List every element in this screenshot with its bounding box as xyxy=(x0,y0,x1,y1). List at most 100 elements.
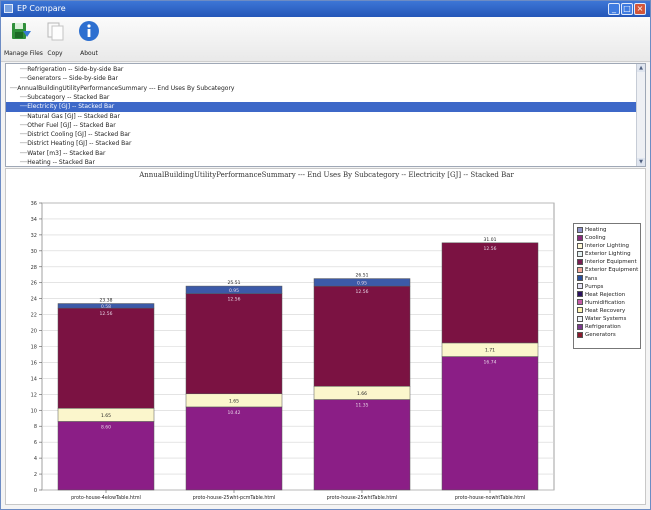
legend-item: Exterior Lighting xyxy=(577,250,640,258)
copy-icon xyxy=(47,22,64,41)
y-tick-label: 10 xyxy=(31,408,37,414)
legend-label: Exterior Lighting xyxy=(585,251,631,258)
total-label: 23.38 xyxy=(100,298,113,304)
legend-swatch xyxy=(577,315,583,322)
tree-item-label: Water [m3] -- Stacked Bar xyxy=(27,149,106,157)
data-label: 1.65 xyxy=(229,398,239,404)
tree-item-label: District Heating [GJ] -- Stacked Bar xyxy=(27,140,132,148)
legend-swatch xyxy=(577,258,583,265)
legend-label: Heating xyxy=(585,227,607,233)
legend-label: Fans xyxy=(585,275,598,282)
y-tick-label: 18 xyxy=(31,345,37,351)
legend-item: Cooling xyxy=(577,234,640,242)
data-label: 12.56 xyxy=(100,311,113,317)
data-label: 1.71 xyxy=(485,348,495,354)
y-tick-label: 12 xyxy=(31,392,37,398)
y-tick-label: 2 xyxy=(34,472,37,478)
data-label: 12.56 xyxy=(356,289,369,295)
total-label: 26.51 xyxy=(356,273,369,279)
toolbar: Manage Files Copy About xyxy=(1,17,650,62)
bar-segment xyxy=(57,421,155,491)
tree-item-label: Other Fuel [GJ] -- Stacked Bar xyxy=(27,121,116,129)
legend-item: Exterior Equipment xyxy=(577,266,640,274)
maximize-button[interactable]: □ xyxy=(621,3,633,15)
y-tick-label: 32 xyxy=(31,233,37,239)
tree-item-label: Heating -- Stacked Bar xyxy=(27,159,95,166)
legend-label: Heat Rejection xyxy=(585,291,626,298)
legend-item: Pumps xyxy=(577,283,640,291)
y-tick-label: 4 xyxy=(34,456,37,462)
legend-item: Refrigeration xyxy=(577,323,640,331)
legend-label: Pumps xyxy=(585,283,604,290)
data-label: 0.58 xyxy=(101,304,111,310)
info-icon xyxy=(79,21,99,41)
data-label: 0.95 xyxy=(229,288,239,294)
report-tree[interactable]: ──Refrigeration -- Side-by-side Bar ──Gen… xyxy=(5,63,646,167)
legend-item: Interior Equipment xyxy=(577,258,640,266)
legend-swatch xyxy=(577,275,583,282)
x-tick-label: proto-house-4elowTable.html xyxy=(71,495,141,501)
tree-item[interactable]: ──Heating -- Stacked Bar xyxy=(6,158,645,166)
chart-panel: AnnualBuildingUtilityPerformanceSummary … xyxy=(5,168,646,505)
legend-item: Heat Rejection xyxy=(577,291,640,299)
data-label: 8.60 xyxy=(101,424,111,430)
data-label: 1.66 xyxy=(357,391,367,397)
tree-item-label: AnnualBuildingUtilityPerformanceSummary … xyxy=(17,84,235,92)
minimize-button[interactable]: _ xyxy=(608,3,620,15)
bar-segment xyxy=(441,242,539,344)
copy-button[interactable]: Copy xyxy=(38,20,72,60)
tree-item-label: Refrigeration -- Side-by-side Bar xyxy=(27,66,124,73)
y-tick-label: 26 xyxy=(31,281,37,287)
legend-swatch xyxy=(577,307,583,314)
y-tick-label: 28 xyxy=(31,265,37,271)
tree-item-label: District Cooling [GJ] -- Stacked Bar xyxy=(27,131,131,139)
y-tick-label: 14 xyxy=(31,376,37,382)
close-button[interactable]: × xyxy=(634,3,646,15)
window-title: EP Compare xyxy=(17,4,66,13)
legend-item: Water Systems xyxy=(577,315,640,323)
legend-label: Refrigeration xyxy=(585,324,621,331)
y-tick-label: 0 xyxy=(34,488,37,494)
data-label: 12.56 xyxy=(484,246,497,252)
legend-item: Generators xyxy=(577,331,640,339)
legend-swatch xyxy=(577,234,583,241)
legend-label: Generators xyxy=(585,332,616,339)
y-tick-label: 22 xyxy=(31,313,37,319)
tree-item-label: Generators -- Side-by-side Bar xyxy=(27,75,118,83)
legend-label: Heat Recovery xyxy=(585,307,626,314)
total-label: 25.51 xyxy=(228,280,241,286)
tree-scrollbar[interactable]: ▲ ▼ xyxy=(636,64,645,166)
legend-swatch xyxy=(577,323,583,330)
manage-files-button[interactable]: Manage Files xyxy=(4,20,43,60)
legend-swatch xyxy=(577,242,583,249)
scroll-down-icon[interactable]: ▼ xyxy=(637,158,645,166)
legend-item: Heating xyxy=(577,226,640,234)
y-tick-label: 8 xyxy=(34,424,37,430)
stacked-bar-chart: 0246810121416182022242628303234368.601.6… xyxy=(31,201,555,501)
about-button[interactable]: About xyxy=(72,20,106,60)
y-tick-label: 30 xyxy=(31,249,37,255)
y-tick-label: 36 xyxy=(31,201,37,207)
manage-files-label: Manage Files xyxy=(4,50,43,57)
copy-label: Copy xyxy=(47,50,63,57)
x-tick-label: proto-house-nowhtTable.html xyxy=(455,495,525,501)
legend-swatch xyxy=(577,291,583,298)
bar-segment xyxy=(313,285,411,387)
bar-segment xyxy=(185,406,283,491)
legend-label: Humidification xyxy=(585,299,625,306)
legend-label: Cooling xyxy=(585,235,606,242)
legend-item: Humidification xyxy=(577,299,640,307)
tree-item-label: Subcategory -- Stacked Bar xyxy=(27,93,110,101)
about-label: About xyxy=(80,50,98,57)
legend-swatch xyxy=(577,250,583,257)
legend-label: Interior Equipment xyxy=(585,259,637,266)
legend-swatch xyxy=(577,331,583,338)
y-tick-label: 34 xyxy=(31,217,37,223)
scroll-up-icon[interactable]: ▲ xyxy=(637,64,645,72)
manage-files-icon xyxy=(12,23,31,39)
legend-item: Fans xyxy=(577,275,640,283)
data-label: 0.95 xyxy=(357,280,367,286)
title-bar: EP Compare _ □ × xyxy=(1,1,650,17)
x-tick-label: proto-house-25whtTable.html xyxy=(327,495,397,501)
legend-label: Water Systems xyxy=(585,316,627,323)
